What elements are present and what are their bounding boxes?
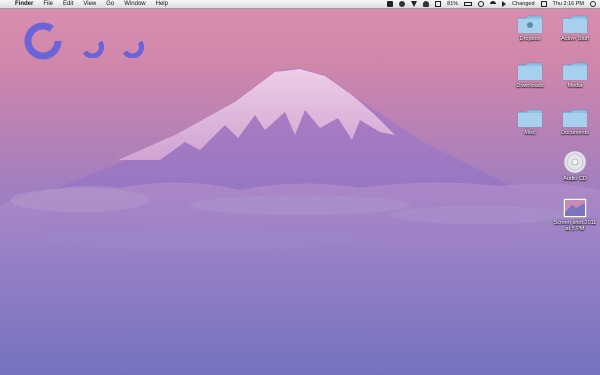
small-gauge-widget[interactable] <box>80 32 106 58</box>
desktop-icon-downloads[interactable]: Downloads <box>507 61 553 89</box>
volume-icon[interactable] <box>502 1 507 7</box>
menu-edit[interactable]: Edit <box>63 0 73 8</box>
screen-icon[interactable] <box>540 1 547 7</box>
skype-icon[interactable] <box>399 1 406 7</box>
folder-icon <box>517 109 543 128</box>
bluetooth-icon[interactable] <box>435 1 442 7</box>
folder-icon <box>517 62 543 81</box>
spotlight-search-icon[interactable] <box>590 1 596 7</box>
app-menu-finder[interactable]: Finder <box>15 0 33 8</box>
desktop-icon-label: Documents <box>561 130 589 136</box>
desktop-icon-dropbox[interactable]: Dropbox <box>507 14 553 42</box>
desktop-icon-media[interactable]: Media <box>552 61 598 89</box>
desktop-icon-label: Downloads <box>516 83 544 89</box>
menu-window[interactable]: Window <box>124 0 145 8</box>
desktop-icon-label: Screen shot 2011 at 5 PM <box>553 220 597 232</box>
desktop-icon-label: Misc <box>524 130 536 136</box>
desktop-icon-documents[interactable]: Documents <box>552 108 598 136</box>
small-gauge-widget[interactable] <box>120 32 146 58</box>
image-thumbnail-icon <box>563 198 587 218</box>
desktop-icon-audio-cd[interactable]: Audio CD <box>552 150 598 182</box>
cd-icon <box>563 150 587 174</box>
menu-help[interactable]: Help <box>156 0 168 8</box>
battery-icon[interactable] <box>464 2 473 6</box>
dropbox-icon[interactable] <box>387 1 394 7</box>
menubar-clock[interactable]: Thu 2:16 PM <box>553 0 585 8</box>
folder-icon <box>562 62 588 81</box>
folder-icon <box>562 15 588 34</box>
battery-percentage[interactable]: 81% <box>447 0 458 8</box>
desktop-icon-label: Dropbox <box>519 36 541 42</box>
wifi-icon[interactable] <box>490 1 497 7</box>
folder-icon <box>517 15 543 34</box>
desktop-icon-label: Active Stuff <box>561 36 589 42</box>
desktop[interactable]: Finder File Edit View Go Window Help 81%… <box>0 0 600 375</box>
desktop-icon-label: Audio CD <box>563 176 587 182</box>
folder-icon <box>562 109 588 128</box>
cloud-icon[interactable] <box>423 1 430 7</box>
ring-gauge-widget[interactable] <box>22 20 64 62</box>
location-icon[interactable] <box>411 1 418 7</box>
menu-bar: Finder File Edit View Go Window Help 81%… <box>0 0 600 9</box>
user-name[interactable]: Changed <box>512 0 534 8</box>
menu-file[interactable]: File <box>43 0 53 8</box>
desktop-icon-active-stuff[interactable]: Active Stuff <box>552 14 598 42</box>
desktop-icon-screenshot[interactable]: Screen shot 2011 at 5 PM <box>552 198 598 232</box>
desktop-icon-misc[interactable]: Misc <box>507 108 553 136</box>
menu-go[interactable]: Go <box>106 0 114 8</box>
menu-view[interactable]: View <box>83 0 96 8</box>
desktop-icon-label: Media <box>567 83 583 89</box>
time-machine-icon[interactable] <box>478 1 485 7</box>
